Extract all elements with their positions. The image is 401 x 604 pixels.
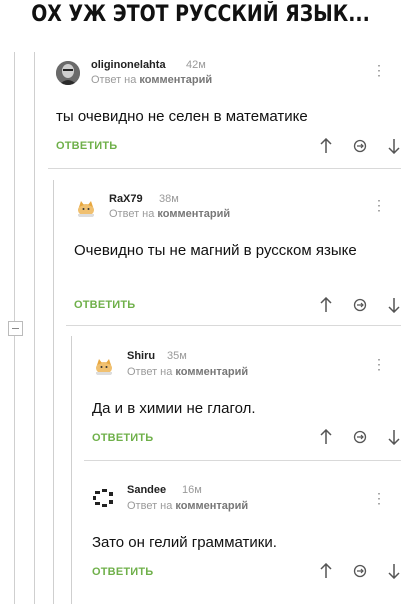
arrow-down-icon[interactable] bbox=[385, 562, 401, 580]
comment-divider bbox=[66, 325, 401, 326]
arrow-down-icon[interactable] bbox=[385, 137, 401, 155]
reply-to-line: Ответ на комментарий bbox=[127, 366, 248, 378]
avatar-ring-icon[interactable] bbox=[92, 486, 116, 510]
reply-button[interactable]: ОТВЕТИТЬ bbox=[92, 432, 153, 444]
thread-line-level-1 bbox=[34, 52, 35, 604]
comment-username[interactable]: Sandee bbox=[127, 484, 166, 496]
repost-icon[interactable] bbox=[351, 137, 369, 155]
reply-to-line: Ответ на комментарий bbox=[91, 74, 212, 86]
vote-actions bbox=[317, 296, 401, 314]
kebab-menu-icon[interactable]: ⋮ bbox=[372, 63, 386, 77]
avatar-cat-icon[interactable] bbox=[74, 195, 98, 219]
comment-username[interactable]: oliginonelahta bbox=[91, 59, 166, 71]
meme-title: ОХ УЖ ЭТОТ РУССКИЙ ЯЗЫК... bbox=[31, 2, 370, 27]
comment-divider bbox=[84, 460, 401, 461]
reply-prefix: Ответ на bbox=[91, 74, 137, 86]
reply-target-link[interactable]: комментарий bbox=[157, 208, 230, 220]
reply-prefix: Ответ на bbox=[127, 500, 173, 512]
reply-prefix: Ответ на bbox=[109, 208, 155, 220]
comment-time: 16м bbox=[182, 484, 202, 496]
collapse-thread-icon[interactable] bbox=[8, 321, 23, 336]
repost-icon[interactable] bbox=[351, 562, 369, 580]
reply-target-link[interactable]: комментарий bbox=[175, 500, 248, 512]
reply-target-link[interactable]: комментарий bbox=[139, 74, 212, 86]
vote-actions bbox=[317, 137, 401, 155]
reply-button[interactable]: ОТВЕТИТЬ bbox=[92, 566, 153, 578]
comment-time: 38м bbox=[159, 193, 179, 205]
thread-line-level-2 bbox=[53, 180, 54, 604]
comment-time: 42м bbox=[186, 59, 206, 71]
comment-divider bbox=[48, 168, 401, 169]
kebab-menu-icon[interactable]: ⋮ bbox=[372, 357, 386, 371]
kebab-menu-icon[interactable]: ⋮ bbox=[372, 491, 386, 505]
arrow-up-icon[interactable] bbox=[317, 428, 335, 446]
reply-prefix: Ответ на bbox=[127, 366, 173, 378]
comment-username[interactable]: RaX79 bbox=[109, 193, 143, 205]
comment-text: ты очевидно не селен в математике bbox=[56, 108, 308, 125]
comment-text: Очевидно ты не магний в русском языке bbox=[74, 242, 357, 259]
reply-button[interactable]: ОТВЕТИТЬ bbox=[74, 299, 135, 311]
comment-text: Зато он гелий грамматики. bbox=[92, 534, 277, 551]
vote-actions bbox=[317, 562, 401, 580]
kebab-menu-icon[interactable]: ⋮ bbox=[372, 198, 386, 212]
repost-icon[interactable] bbox=[351, 428, 369, 446]
reply-button[interactable]: ОТВЕТИТЬ bbox=[56, 140, 117, 152]
avatar-cat-icon[interactable] bbox=[92, 353, 116, 377]
comment-username[interactable]: Shiru bbox=[127, 350, 155, 362]
arrow-up-icon[interactable] bbox=[317, 296, 335, 314]
reply-to-line: Ответ на комментарий bbox=[109, 208, 230, 220]
arrow-up-icon[interactable] bbox=[317, 562, 335, 580]
arrow-down-icon[interactable] bbox=[385, 428, 401, 446]
comment-time: 35м bbox=[167, 350, 187, 362]
vote-actions bbox=[317, 428, 401, 446]
repost-icon[interactable] bbox=[351, 296, 369, 314]
arrow-up-icon[interactable] bbox=[317, 137, 335, 155]
comment-text: Да и в химии не глагол. bbox=[92, 400, 256, 417]
avatar-portrait-icon[interactable] bbox=[56, 61, 80, 85]
reply-to-line: Ответ на комментарий bbox=[127, 500, 248, 512]
reply-target-link[interactable]: комментарий bbox=[175, 366, 248, 378]
thread-line-level-3 bbox=[71, 336, 72, 604]
arrow-down-icon[interactable] bbox=[385, 296, 401, 314]
